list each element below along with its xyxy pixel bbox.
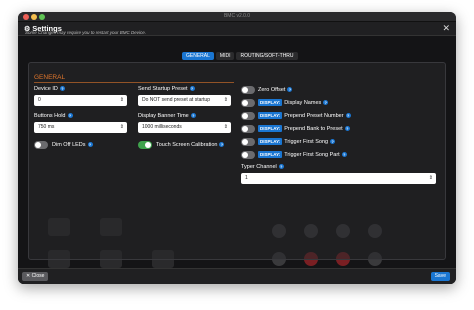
window-title: BMC v2.0.0 — [223, 13, 251, 19]
help-icon[interactable]: ? — [330, 139, 336, 145]
help-icon[interactable]: ? — [87, 142, 93, 148]
buttons-hold-select[interactable]: 750 ms ⇕ — [34, 122, 127, 133]
buttons-hold-label-text: Buttons Hold — [34, 113, 66, 119]
close-icon[interactable]: ✕ — [442, 23, 450, 34]
section-divider — [34, 82, 234, 83]
dim-off-leds-label: Dim Off LEDs? — [52, 142, 93, 148]
display-names-toggle[interactable] — [241, 99, 255, 107]
display-banner-time-value: 1000 milliseconds — [142, 124, 182, 130]
send-startup-preset-value: Do NOT send preset at startup — [142, 97, 210, 103]
trigger-first-song-label: DISPLAY: Trigger First Song? — [258, 138, 336, 145]
touch-screen-calibration-label-text: Touch Screen Calibration — [156, 142, 218, 148]
display-badge: DISPLAY: — [258, 138, 283, 145]
device-id-label: Device ID? — [34, 86, 65, 92]
send-startup-preset-label: Send Startup Preset? — [138, 86, 195, 92]
prepend-preset-number-toggle[interactable] — [241, 112, 255, 120]
help-icon[interactable]: ? — [59, 86, 65, 92]
help-icon[interactable]: ? — [323, 100, 329, 106]
help-icon[interactable]: ? — [190, 113, 196, 119]
prepend-bank-to-preset-label-text: Prepend Bank to Preset — [284, 126, 343, 132]
tab-general[interactable]: GENERAL — [182, 52, 214, 60]
prepend-preset-number-label-text: Prepend Preset Number — [284, 113, 344, 119]
chevron-down-icon: ⇕ — [223, 124, 228, 130]
toggle-knob — [242, 152, 248, 158]
toggle-knob — [35, 142, 41, 148]
toggle-knob — [242, 100, 248, 106]
prepend-preset-number-label: DISPLAY: Prepend Preset Number? — [258, 112, 351, 119]
dim-off-leds-label-text: Dim Off LEDs — [52, 142, 86, 148]
trigger-first-song-label-text: Trigger First Song — [284, 139, 329, 145]
help-icon[interactable]: ? — [344, 126, 350, 132]
send-startup-preset-select[interactable]: Do NOT send preset at startup ⇕ — [138, 95, 231, 106]
prepend-bank-to-preset-label: DISPLAY: Prepend Bank to Preset? — [258, 125, 350, 132]
close-icon: ✕ — [26, 273, 31, 279]
device-id-value: 0 — [38, 97, 41, 103]
display-badge: DISPLAY: — [258, 99, 283, 106]
chevron-down-icon: ⇕ — [119, 97, 124, 103]
display-names-label: DISPLAY: Display Names? — [258, 99, 329, 106]
device-id-select[interactable]: 0 ⇕ — [34, 95, 127, 106]
toggle-knob — [242, 87, 248, 93]
typer-channel-select[interactable]: 1 ⇕ — [241, 173, 436, 184]
close-button-label: Close — [31, 273, 45, 279]
touch-screen-calibration-label: Touch Screen Calibration? — [156, 142, 225, 148]
help-icon[interactable]: ? — [287, 87, 293, 93]
display-banner-time-label: Display Banner Time? — [138, 113, 196, 119]
toggle-knob — [242, 126, 248, 132]
help-icon[interactable]: ? — [67, 113, 73, 119]
save-button[interactable]: Save — [430, 272, 450, 281]
dim-off-leds-toggle[interactable] — [34, 141, 48, 149]
display-badge: DISPLAY: — [258, 112, 283, 119]
tab-midi[interactable]: MIDI — [215, 52, 235, 60]
toggle-knob — [242, 113, 248, 119]
touch-screen-calibration-toggle[interactable] — [138, 141, 152, 149]
settings-panel — [28, 62, 446, 260]
typer-channel-label-text: Typer Channel — [241, 164, 277, 170]
typer-channel-label: Typer Channel? — [241, 164, 284, 170]
buttons-hold-label: Buttons Hold? — [34, 113, 73, 119]
help-icon[interactable]: ? — [278, 164, 284, 170]
tab-routing[interactable]: ROUTING/SOFT-THRU — [236, 52, 298, 60]
display-badge: DISPLAY: — [258, 151, 283, 158]
prepend-bank-to-preset-toggle[interactable] — [241, 125, 255, 133]
chevron-down-icon: ⇕ — [223, 97, 228, 103]
display-names-label-text: Display Names — [284, 100, 322, 106]
modal-footer: ✕ Close Save — [18, 268, 456, 284]
trigger-first-song-part-label-text: Trigger First Song Part — [284, 152, 340, 158]
buttons-hold-value: 750 ms — [38, 124, 55, 130]
chevron-down-icon: ⇕ — [119, 124, 124, 130]
toggle-knob — [145, 142, 151, 148]
chevron-down-icon: ⇕ — [428, 175, 433, 181]
send-startup-preset-label-text: Send Startup Preset — [138, 86, 188, 92]
help-icon[interactable]: ? — [189, 86, 195, 92]
titlebar: BMC v2.0.0 — [18, 12, 456, 22]
help-icon[interactable]: ? — [345, 113, 351, 119]
display-banner-time-label-text: Display Banner Time — [138, 113, 189, 119]
zero-offset-label: Zero Offset? — [258, 87, 293, 93]
device-id-label-text: Device ID — [34, 86, 58, 92]
section-title: GENERAL — [34, 74, 66, 81]
display-banner-time-select[interactable]: 1000 milliseconds ⇕ — [138, 122, 231, 133]
help-icon[interactable]: ? — [219, 142, 225, 148]
display-badge: DISPLAY: — [258, 125, 283, 132]
trigger-first-song-toggle[interactable] — [241, 138, 255, 146]
zero-offset-toggle[interactable] — [241, 86, 255, 94]
restart-hint: Some Changes may require you to restart … — [25, 30, 147, 35]
help-icon[interactable]: ? — [341, 152, 347, 158]
trigger-first-song-part-toggle[interactable] — [241, 151, 255, 159]
typer-channel-value: 1 — [245, 175, 248, 181]
trigger-first-song-part-label: DISPLAY: Trigger First Song Part? — [258, 151, 347, 158]
close-button[interactable]: ✕ Close — [22, 272, 49, 281]
toggle-knob — [242, 139, 248, 145]
settings-tabs: GENERAL MIDI ROUTING/SOFT-THRU — [182, 52, 298, 60]
zero-offset-label-text: Zero Offset — [258, 87, 286, 93]
